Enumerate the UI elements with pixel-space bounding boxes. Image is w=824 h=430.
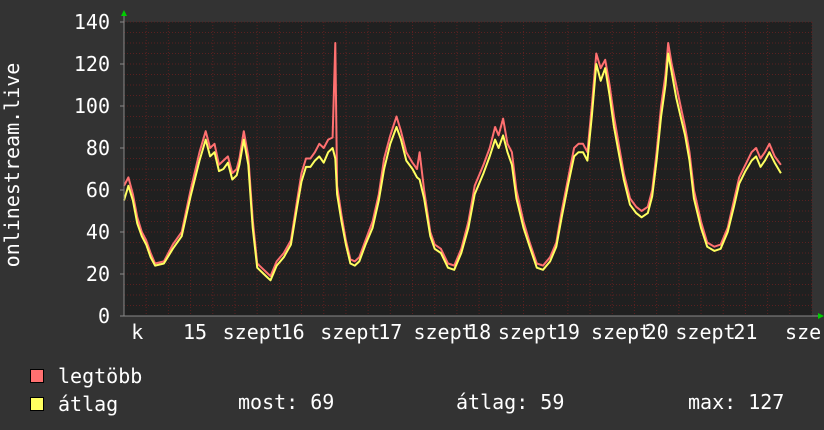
x-tick-label: 15: [183, 320, 207, 344]
x-axis-arrow: [818, 313, 824, 319]
x-tick-label: szept: [320, 320, 380, 344]
x-tick-label: szept: [413, 320, 473, 344]
y-tick-label: 0: [98, 304, 110, 328]
y-axis-arrow: [121, 10, 127, 16]
chart: 020406080100120140k 15 szept16 szept17 szept…: [74, 10, 824, 344]
x-tick-label: k: [131, 320, 143, 344]
x-tick-label: 21: [733, 320, 757, 344]
y-tick-label: 140: [74, 10, 110, 34]
x-tick-label: szept: [223, 320, 283, 344]
y-axis-label: onlinestream.live: [0, 62, 24, 268]
x-tick-label: 20: [645, 320, 669, 344]
x-tick-label: 16: [281, 320, 305, 344]
stat-max: max: 127: [688, 390, 785, 414]
y-tick-label: 40: [86, 220, 110, 244]
plot-area: [124, 22, 812, 316]
stat-avg: átlag: 59: [456, 390, 565, 414]
y-tick-label: 100: [74, 94, 110, 118]
y-axis-label-wrap: onlinestream.live: [0, 0, 24, 330]
y-tick-label: 80: [86, 136, 110, 160]
y-tick-label: 120: [74, 52, 110, 76]
legend-swatch-max: [30, 369, 44, 383]
legend-label-max: legtöbb: [58, 364, 143, 388]
x-tick-label: 18: [467, 320, 491, 344]
legend-item-avg: átlag: [30, 390, 208, 418]
legend-swatch-avg: [30, 397, 44, 411]
legend: legtöbb átlag: [30, 362, 208, 418]
y-tick-label: 60: [86, 178, 110, 202]
x-tick-label: 17: [378, 320, 402, 344]
x-tick-label: szept: [591, 320, 651, 344]
x-tick-label: szept: [675, 320, 735, 344]
x-tick-label: 19: [556, 320, 580, 344]
x-tick-label: szept: [498, 320, 558, 344]
y-tick-label: 20: [86, 262, 110, 286]
legend-label-avg: átlag: [58, 392, 119, 416]
x-tick-label: sze: [785, 320, 821, 344]
legend-item-max: legtöbb: [30, 362, 208, 390]
stat-now: most: 69: [238, 390, 335, 414]
